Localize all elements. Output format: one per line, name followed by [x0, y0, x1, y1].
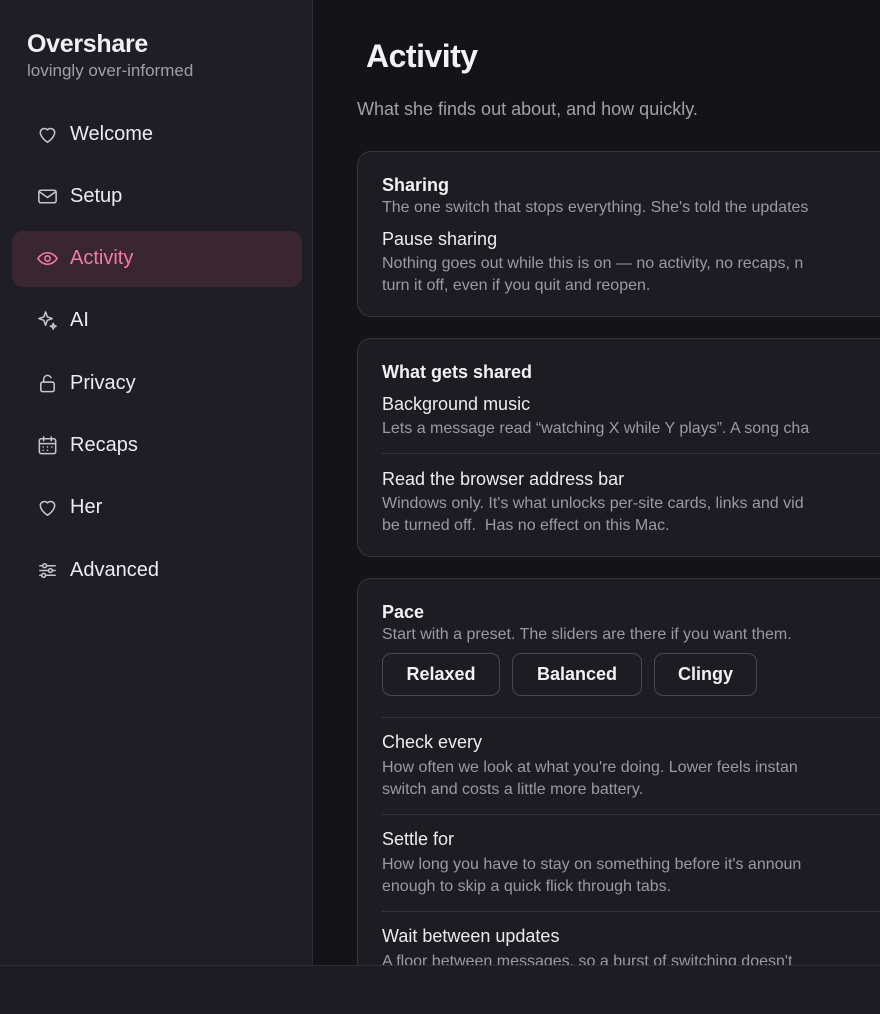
- bottom-bar: [0, 965, 880, 1014]
- main-content: Activity What she finds out about, and h…: [313, 0, 880, 965]
- sidebar-item-ai[interactable]: AI: [12, 293, 302, 349]
- sidebar-item-setup[interactable]: Setup: [12, 168, 302, 224]
- preset-relaxed-button[interactable]: Relaxed: [382, 653, 500, 696]
- sidebar: Overshare lovingly over-informed Welcome…: [0, 0, 313, 965]
- heart-icon: [35, 122, 59, 146]
- check-every-label: Check every: [382, 732, 483, 752]
- sidebar-item-label: Welcome: [70, 122, 153, 145]
- background-music-label[interactable]: Background music: [382, 394, 530, 415]
- background-music-description: Lets a message read “watching X while Y …: [382, 420, 810, 437]
- lock-icon: [35, 371, 59, 395]
- sparkles-icon: [35, 309, 59, 333]
- sidebar-item-label: Recaps: [70, 433, 138, 456]
- card-description: Start with a preset. The sliders are the…: [382, 626, 792, 643]
- sidebar-item-label: Privacy: [70, 371, 136, 394]
- sidebar-item-label: Advanced: [70, 558, 159, 581]
- app-tagline: lovingly over-informed: [27, 61, 194, 80]
- sidebar-item-label: AI: [70, 309, 89, 332]
- sidebar-item-advanced[interactable]: Advanced: [12, 542, 302, 598]
- sidebar-item-her[interactable]: Her: [12, 480, 302, 536]
- divider: [382, 453, 880, 454]
- preset-clingy-button[interactable]: Clingy: [654, 653, 757, 696]
- wait-between-updates-label: Wait between updates: [382, 926, 560, 946]
- pause-sharing-label[interactable]: Pause sharing: [382, 229, 497, 250]
- preset-balanced-button[interactable]: Balanced: [512, 653, 642, 696]
- page-title: Activity: [366, 38, 478, 74]
- sidebar-item-privacy[interactable]: Privacy: [12, 355, 302, 411]
- card-title: Sharing: [382, 175, 450, 195]
- pause-sharing-description: Nothing goes out while this is on — no a…: [382, 255, 804, 294]
- browser-address-bar-description: Windows only. It's what unlocks per-site…: [382, 495, 804, 534]
- app-window: Overshare lovingly over-informed Welcome…: [0, 0, 880, 1014]
- card-title: What gets shared: [382, 362, 533, 382]
- page-subtitle: What she finds out about, and how quickl…: [357, 99, 698, 119]
- divider: [382, 911, 880, 912]
- sliders-icon: [35, 558, 59, 582]
- check-every-description: How often we look at what you're doing. …: [382, 759, 798, 798]
- sidebar-item-recaps[interactable]: Recaps: [12, 417, 302, 473]
- pace-card: Pace Start with a preset. The sliders ar…: [357, 578, 880, 965]
- calendar-icon: [35, 433, 59, 457]
- app-name: Overshare: [27, 30, 148, 58]
- browser-address-bar-label[interactable]: Read the browser address bar: [382, 469, 624, 490]
- envelope-icon: [35, 184, 59, 208]
- settle-for-description: How long you have to stay on something b…: [382, 856, 802, 895]
- card-description: The one switch that stops everything. Sh…: [382, 199, 809, 216]
- settle-for-label: Settle for: [382, 829, 455, 849]
- heart-icon: [35, 496, 59, 520]
- brand: Overshare lovingly over-informed: [27, 30, 193, 81]
- sidebar-item-label: Her: [70, 496, 103, 519]
- wait-between-updates-description: A floor between messages, so a burst of …: [382, 953, 793, 965]
- sidebar-item-activity[interactable]: Activity: [12, 230, 302, 287]
- divider: [382, 814, 880, 815]
- sidebar-nav: Welcome Setup Activity AI Privacy Recaps…: [12, 106, 302, 604]
- sidebar-item-label: Activity: [70, 247, 134, 270]
- sidebar-item-label: Setup: [70, 184, 123, 207]
- sharing-card: Sharing The one switch that stops everyt…: [357, 151, 880, 317]
- card-title: Pace: [382, 602, 425, 622]
- sidebar-item-welcome[interactable]: Welcome: [12, 106, 302, 162]
- what-gets-shared-card: What gets shared Background music Lets a…: [357, 338, 880, 557]
- divider: [382, 717, 880, 718]
- eye-icon: [35, 247, 59, 271]
